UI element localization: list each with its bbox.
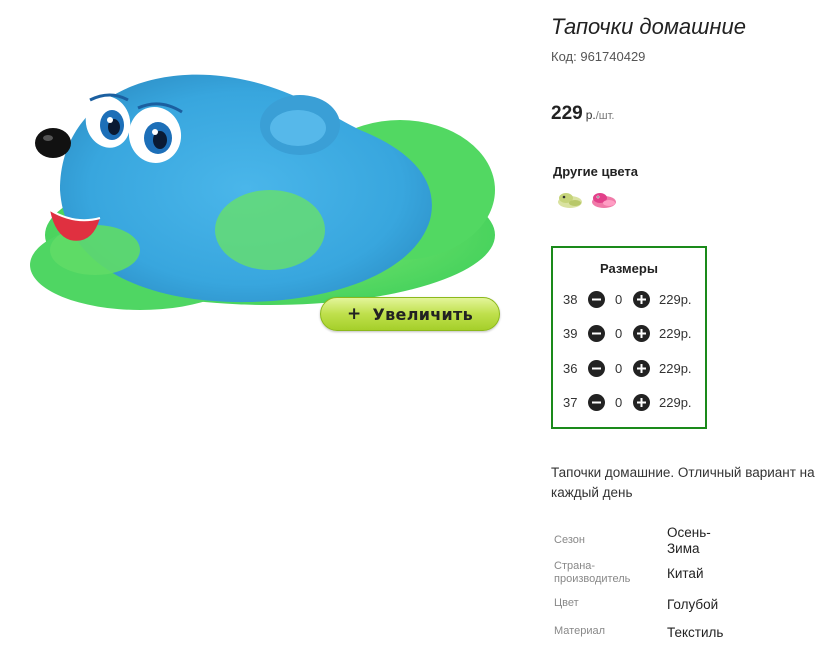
sizes-title: Размеры [600,261,658,276]
size-row: 38 0 229р. [553,289,705,309]
plus-icon [637,363,646,373]
property-value: Голубой [667,597,719,612]
price-unit: /шт. [595,110,615,122]
quantity-value[interactable]: 0 [615,326,622,341]
product-title: Тапочки домашние [551,14,746,39]
increase-button[interactable] [633,324,650,342]
minus-icon [592,298,601,300]
quantity-value[interactable]: 0 [615,395,622,410]
increase-button[interactable] [633,290,650,308]
product-code: Код: 961740429 [551,49,645,64]
size-row: 37 0 229р. [553,392,705,412]
quantity-value[interactable]: 0 [615,292,622,307]
code-value: 961740429 [580,49,646,64]
slipper-illustration [30,74,495,310]
product-price: 229 р./шт. [551,103,614,125]
size-price: 229р. [659,291,692,307]
price-amount: 229 [551,103,583,124]
property-key: Цвет [554,597,579,609]
property-value: Текстиль [667,625,724,640]
size-price: 229р. [659,360,692,376]
zoom-button[interactable]: + Увеличить [320,297,500,331]
minus-icon [592,401,601,403]
color-swatch-beige[interactable] [556,188,584,212]
property-value: Китай [667,566,704,581]
property-key: Сезон [554,534,585,546]
property-value: Осень- Зима [667,525,711,556]
decrease-button[interactable] [588,359,605,377]
plus-icon: + [346,304,362,324]
color-swatches [556,188,618,212]
decrease-button[interactable] [588,324,605,342]
plus-icon [637,294,646,304]
size-row: 39 0 229р. [553,323,705,343]
quantity-value[interactable]: 0 [615,361,622,376]
size-row: 36 0 229р. [553,358,705,378]
code-label: Код: [551,49,577,64]
sizes-panel: Размеры 38 0 229р. 39 0 229р. 36 0 229р.… [551,246,707,429]
size-price: 229р. [659,394,692,410]
size-value: 38 [563,291,578,307]
property-key: Материал [554,625,605,637]
increase-button[interactable] [633,359,650,377]
property-key: Страна-производитель [554,560,631,585]
plus-icon [637,397,646,407]
zoom-button-label: Увеличить [372,304,474,324]
size-value: 36 [563,360,578,376]
price-currency: р. [585,108,596,122]
plus-icon [637,328,646,338]
product-image[interactable] [20,40,520,340]
other-colors-title: Другие цвета [553,164,638,179]
size-value: 37 [563,394,578,410]
decrease-button[interactable] [588,290,605,308]
decrease-button[interactable] [588,393,605,411]
increase-button[interactable] [633,393,650,411]
color-swatch-pink[interactable] [590,188,618,212]
minus-icon [592,332,601,334]
minus-icon [592,367,601,369]
size-value: 39 [563,325,578,341]
product-description: Тапочки домашние. Отличный вариант на ка… [551,465,815,500]
size-price: 229р. [659,325,692,341]
